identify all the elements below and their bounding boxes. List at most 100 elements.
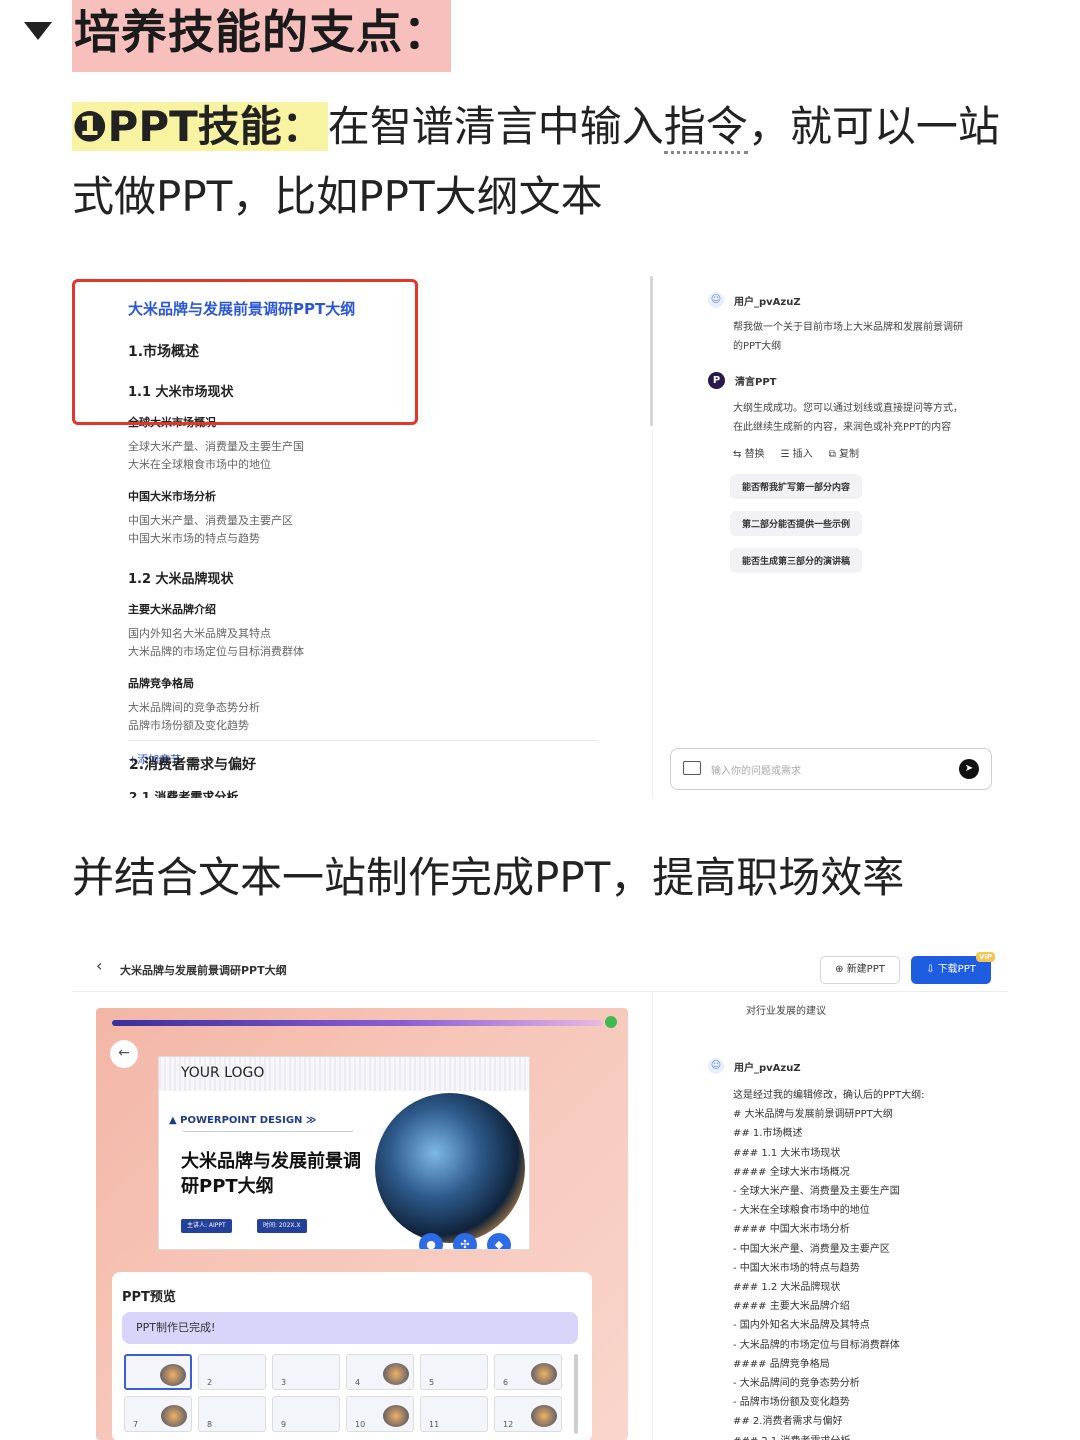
message-line: 这是经过我的编辑修改，确认后的PPT大纲: <box>733 1090 925 1101</box>
outline-bullet: 中国大米市场的特点与趋势 <box>128 532 260 545</box>
slide-thumbnail[interactable]: 2 <box>198 1354 266 1390</box>
collapse-caret-icon[interactable] <box>24 22 52 40</box>
intro-paragraph: ❶PPT技能：在智谱清言中输入指令，就可以一站式做PPT，比如PPT大纲文本 <box>72 102 1000 221</box>
outline-heading: 中国大米市场分析 <box>128 490 216 503</box>
insert-button[interactable]: ☰ 插入 <box>781 445 813 460</box>
highlight-frame <box>72 279 418 425</box>
thumbnail-number: 12 <box>503 1420 514 1429</box>
suggestion-chip[interactable]: 能否生成第三部分的演讲稿 <box>730 548 863 573</box>
message-line: - 全球大米产量、消费量及主要生产国 <box>733 1186 900 1198</box>
message-actions: ⇆ 替换 ☰ 插入 ⧉ 复制 <box>733 445 998 460</box>
cut-text: 对行业发展的建议 <box>746 1006 826 1017</box>
message-line: - 大米在全球粮食市场中的地位 <box>733 1205 870 1217</box>
thumbnail-number: 5 <box>429 1378 435 1387</box>
user-avatar-icon: ☺ <box>708 1058 724 1074</box>
slide-thumbnail[interactable]: 11 <box>420 1396 488 1432</box>
message-line: - 中国大米市场的特点与趋势 <box>733 1262 860 1274</box>
message-line: ### 1.1 大米市场现状 <box>733 1147 841 1159</box>
divider <box>128 740 598 741</box>
slide-thumbnail[interactable]: 12 <box>494 1396 562 1432</box>
thumbnail-image <box>383 1405 409 1427</box>
thumbnail-image <box>531 1405 557 1427</box>
chat-panel: ☺ 用户_pvAzuZ 帮我做一个关于目前市场上大米品牌和发展前景调研的PPT大… <box>708 292 998 585</box>
thumbnail-number: 9 <box>281 1420 287 1429</box>
thumbnail-image <box>161 1405 187 1427</box>
outline-heading: 品牌竞争格局 <box>128 677 194 690</box>
back-arrow-icon[interactable]: ← <box>110 1040 138 1068</box>
user-avatar-icon: ☺ <box>708 292 724 308</box>
new-ppt-button[interactable]: ⊕ 新建PPT <box>820 956 900 984</box>
slide-thumbnail[interactable]: 3 <box>272 1354 340 1390</box>
vip-badge: VIP <box>976 952 996 962</box>
slide-title: 大米品牌与发展前景调研PPT大纲 <box>181 1151 361 1197</box>
grid-icon[interactable]: ✣ <box>453 1233 477 1249</box>
slide-thumbnail[interactable]: 8 <box>198 1396 266 1432</box>
message-line: #### 主要大米品牌介绍 <box>733 1301 850 1313</box>
thumbnail-image <box>160 1364 186 1386</box>
chevron-left-icon[interactable]: ‹ <box>96 956 102 975</box>
slide-thumbnail[interactable]: 9 <box>272 1396 340 1432</box>
outline-bullet: 中国大米产量、消费量及主要产区 <box>128 514 293 527</box>
slide-thumbnail[interactable]: 10 <box>346 1396 414 1432</box>
thumbnail-number: 3 <box>281 1378 287 1387</box>
message-line: - 国内外知名大米品牌及其特点 <box>733 1320 870 1332</box>
message-line: ### 1.2 大米品牌现状 <box>733 1282 841 1294</box>
bot-message: 大纲生成成功。您可以通过划线或直接提问等方式，在此继续生成新的内容，来润色或补充… <box>733 403 963 433</box>
bot-avatar-icon: P <box>708 372 725 389</box>
slide-thumbnail[interactable] <box>124 1354 192 1390</box>
outline-heading: 2.消费者需求与偏好 <box>129 757 257 773</box>
thumbnail-number: 11 <box>429 1420 440 1429</box>
top-bar: ‹ 大米品牌与发展前景调研PPT大纲 ⊕ 新建PPT ⇩ 下载PPT VIP <box>72 942 1008 992</box>
second-paragraph: 并结合文本一站制作完成PPT，提高职场效率 <box>72 853 905 902</box>
outline-bullet: 大米品牌的市场定位与目标消费群体 <box>128 645 304 658</box>
slide-thumbnail[interactable]: 4 <box>346 1354 414 1390</box>
slide-thumbnail[interactable]: 5 <box>420 1354 488 1390</box>
outline-heading: 主要大米品牌介绍 <box>128 603 216 616</box>
section-heading: 培养技能的支点： <box>72 0 451 72</box>
suggestion-chip[interactable]: 能否帮我扩写第一部分内容 <box>730 474 863 499</box>
send-icon[interactable]: ➤ <box>959 759 979 779</box>
time-tag: 时间: 202X.X <box>257 1219 307 1233</box>
thumbnail-number: 8 <box>207 1420 213 1429</box>
suggestion-list: 能否帮我扩写第一部分内容 第二部分能否提供一些示例 能否生成第三部分的演讲稿 <box>730 474 998 585</box>
ppt-canvas: ← YOUR LOGO ▲ POWERPOINT DESIGN ≫ 大米品牌与发… <box>96 1008 628 1440</box>
scrollbar[interactable] <box>574 1354 578 1434</box>
person-icon[interactable]: ● <box>419 1233 443 1249</box>
suggestion-chip[interactable]: 第二部分能否提供一些示例 <box>730 511 863 536</box>
message-line: ## 2.消费者需求与偏好 <box>733 1416 843 1428</box>
message-line: - 品牌市场份额及变化趋势 <box>733 1397 850 1409</box>
thumbnail-number: 6 <box>503 1378 509 1387</box>
outline-heading: 1.2 大米品牌现状 <box>128 572 234 587</box>
message-line: ### 2.1 消费者需求分析 <box>733 1432 998 1440</box>
message-line: # 大米品牌与发展前景调研PPT大纲 <box>733 1109 893 1121</box>
folder-icon[interactable] <box>683 761 701 775</box>
scrollbar[interactable] <box>650 276 653 426</box>
progress-bar <box>112 1020 602 1026</box>
message-line: ## 1.市场概述 <box>733 1128 803 1140</box>
outline-bullet: 大米在全球粮食市场中的地位 <box>128 458 271 471</box>
copy-button[interactable]: ⧉ 复制 <box>829 445 859 460</box>
bell-icon[interactable]: ◆ <box>487 1233 511 1249</box>
outline-bullet: 全球大米产量、消费量及主要生产国 <box>128 440 304 453</box>
preview-status: PPT制作已完成! <box>122 1312 578 1344</box>
thumbnail-grid: 2 3 4 5 6 7 8 9 10 11 12 <box>124 1354 570 1432</box>
user-name: 用户_pvAzuZ <box>734 296 801 308</box>
outline-bullet: 国内外知名大米品牌及其特点 <box>128 627 271 640</box>
outline-screenshot: 大米品牌与发展前景调研PPT大纲 1.市场概述 1.1 大米市场现状 全球大米市场概… <box>72 270 1008 798</box>
chat-input[interactable]: 输入你的问题或需求 ➤ <box>670 748 992 790</box>
message-line: #### 全球大米市场概况 <box>733 1166 850 1178</box>
replace-button[interactable]: ⇆ 替换 <box>733 445 765 460</box>
ppt-preview-panel: PPT预览 PPT制作已完成! 2 3 4 5 6 7 8 9 10 11 12 <box>112 1272 592 1440</box>
dotted-term[interactable]: 指令 <box>663 102 748 154</box>
outline-bullet: 品牌市场份额及变化趋势 <box>128 719 249 732</box>
editor-screenshot: ‹ 大米品牌与发展前景调研PPT大纲 ⊕ 新建PPT ⇩ 下载PPT VIP ←… <box>72 942 1008 1440</box>
cover-slide[interactable]: YOUR LOGO ▲ POWERPOINT DESIGN ≫ 大米品牌与发展前… <box>158 1056 530 1250</box>
thumbnail-number: 7 <box>133 1420 139 1429</box>
slide-thumbnail[interactable]: 7 <box>124 1396 192 1432</box>
chat-panel: 对行业发展的建议 ☺ 用户_pvAzuZ 这是经过我的编辑修改，确认后的PPT大… <box>708 1006 998 1440</box>
user-message: 这是经过我的编辑修改，确认后的PPT大纲: # 大米品牌与发展前景调研PPT大纲 #… <box>733 1086 998 1440</box>
thumbnail-number: 4 <box>355 1378 361 1387</box>
message-line: - 大米品牌间的竞争态势分析 <box>733 1378 860 1390</box>
slide-thumbnail[interactable]: 6 <box>494 1354 562 1390</box>
divider <box>652 992 653 1440</box>
